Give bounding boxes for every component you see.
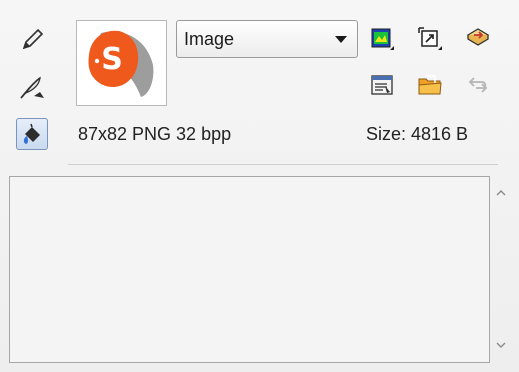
export-arrow-icon [466, 28, 490, 46]
pencil-icon [22, 28, 44, 50]
properties-sheet-icon [371, 75, 393, 95]
color-adjust-button[interactable] [366, 23, 398, 55]
swap-arrows-icon [468, 77, 488, 93]
separator-line [68, 164, 498, 165]
format-select[interactable]: Image [176, 20, 358, 58]
image-properties-button[interactable] [366, 69, 398, 101]
dropdown-arrow-icon [335, 35, 347, 43]
sketchup-logo-icon: S [88, 30, 153, 97]
open-folder-icon [418, 75, 442, 95]
resize-icon [418, 27, 442, 50]
export-image-button[interactable] [462, 21, 494, 53]
scroll-up-button[interactable] [494, 188, 508, 198]
scroll-down-arrow-icon [496, 342, 506, 348]
svg-text:S: S [101, 42, 123, 77]
image-properties-panel: S Image 87x82 PNG 32 bpp Size: 4816 B [0, 0, 519, 372]
image-dimensions-label: 87x82 PNG 32 bpp [78, 124, 232, 144]
open-folder-button[interactable] [414, 69, 446, 101]
swap-button[interactable] [462, 69, 494, 101]
scroll-down-button[interactable] [494, 340, 508, 350]
scroll-up-arrow-icon [496, 190, 506, 196]
fill-bucket-icon [23, 123, 40, 144]
pencil-tool-button[interactable] [16, 24, 48, 56]
image-thumbnail: S [76, 20, 167, 106]
resize-image-button[interactable] [414, 23, 446, 55]
image-size-label: Size: 4816 B [366, 124, 469, 144]
fill-bucket-tool-button[interactable] [16, 118, 48, 150]
image-colors-icon [371, 28, 394, 50]
feather-pen-icon [20, 76, 44, 99]
description-textarea[interactable] [9, 176, 490, 363]
format-select-value: Image [184, 28, 235, 49]
feather-pen-tool-button[interactable] [16, 72, 48, 104]
